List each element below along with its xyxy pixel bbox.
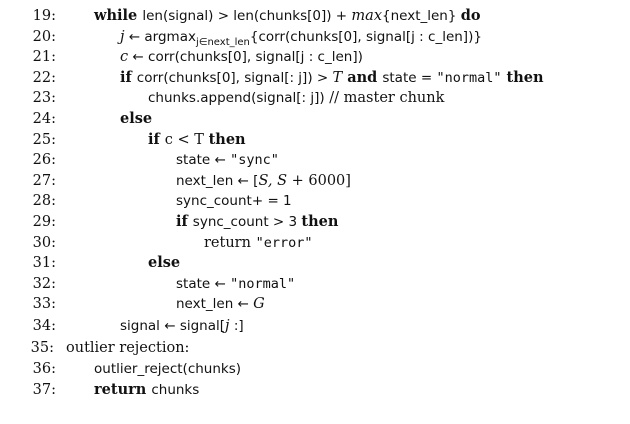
code-token: return <box>204 234 256 251</box>
line-number: 34: <box>32 318 56 335</box>
code-token: chunks.append(signal[: j]) <box>148 90 325 107</box>
code-token: if <box>176 213 193 230</box>
code-token: + 6000] <box>287 172 351 189</box>
code-token: do <box>460 7 481 24</box>
code-text: sync_count+ = 1 <box>176 191 292 211</box>
line-number: 30: <box>32 234 56 251</box>
code-token: ← corr(chunks[0], signal[j : c_len]) <box>128 49 363 66</box>
code-token: S, S <box>258 172 288 189</box>
line-number: 26: <box>32 152 56 169</box>
code-text: state ← "normal" <box>176 274 295 294</box>
code-token: c <box>120 49 129 66</box>
code-text: else <box>148 253 180 273</box>
code-text: chunks.append(signal[: j]) // master chu… <box>148 88 444 108</box>
code-token: "normal" <box>230 275 296 292</box>
code-text: else <box>120 109 152 129</box>
code-token: sync_count > 3 <box>192 214 302 230</box>
code-text: c ← corr(chunks[0], signal[j : c_len]) <box>120 47 363 67</box>
line-number: 32: <box>32 275 56 292</box>
code-text: if sync_count > 3 then <box>176 212 338 232</box>
code-token: else <box>120 110 153 127</box>
code-text: return chunks <box>94 380 199 400</box>
code-token: T <box>332 69 343 86</box>
line-number: 21: <box>32 49 56 66</box>
code-token: return <box>94 380 152 398</box>
line-number: 25: <box>32 131 56 148</box>
line-number: 24: <box>32 111 56 127</box>
code-token: if <box>120 68 137 86</box>
code-token: c < T <box>164 131 209 148</box>
line-number: 19: <box>32 8 56 24</box>
code-text: if c < T then <box>148 130 246 150</box>
code-text: state ← "sync" <box>176 150 279 170</box>
algorithm-listing: 19: while len(signal) > len(chunks[0]) + … <box>0 0 630 424</box>
code-token: "error" <box>255 234 313 251</box>
code-token: G <box>253 296 265 313</box>
line-number: 23: <box>32 90 56 107</box>
code-token: "sync" <box>230 152 279 169</box>
code-token: // master chunk <box>324 90 445 107</box>
line-number: 36: <box>32 361 56 377</box>
code-token: next_len ← [ <box>176 172 259 189</box>
code-token: len(signal) > len(chunks[0]) + <box>142 8 352 24</box>
code-token: state ← <box>176 275 231 292</box>
code-text: next_len ← G <box>176 294 265 314</box>
line-number: 20: <box>32 28 56 45</box>
line-number: 37: <box>32 381 56 398</box>
code-token: chunks <box>151 381 200 398</box>
line-number: 35: <box>30 340 54 357</box>
code-token: then <box>208 130 246 148</box>
code-text: if corr(chunks[0], signal[: j]) > T and … <box>120 68 544 88</box>
line-number: 33: <box>32 296 56 313</box>
code-token: else <box>148 254 181 272</box>
code-token: state ← <box>176 152 231 169</box>
line-number: 31: <box>32 255 56 272</box>
code-token: signal ← signal[ <box>120 318 226 335</box>
code-text: return "error" <box>204 233 312 253</box>
line-number: 28: <box>32 193 56 210</box>
code-token: {next_len} <box>382 8 461 24</box>
code-text: outlier_reject(chunks) <box>94 359 241 379</box>
code-token: ← argmax <box>124 28 196 45</box>
line-number: 29: <box>32 214 56 230</box>
code-token: outlier_reject(chunks) <box>94 361 242 377</box>
code-token: max <box>351 8 382 24</box>
code-token: "normal" <box>436 69 502 86</box>
code-token: :] <box>229 318 244 335</box>
code-token: then <box>501 68 544 86</box>
code-token: and <box>342 68 383 86</box>
code-token: then <box>301 213 339 230</box>
line-number: 22: <box>32 69 56 86</box>
code-token: next_len ← <box>176 296 254 313</box>
code-token: sync_count+ = 1 <box>176 193 292 210</box>
code-token: outlier rejection: <box>66 340 190 357</box>
code-token: {corr(chunks[0], signal[j : c_len])} <box>249 28 482 45</box>
code-text: while len(signal) > len(chunks[0]) + max… <box>94 6 481 26</box>
code-text: signal ← signal[j :] <box>120 316 244 336</box>
line-number: 27: <box>32 172 56 189</box>
code-text: outlier rejection: <box>66 338 189 358</box>
code-token: corr(chunks[0], signal[: j]) > <box>136 69 333 86</box>
code-token: if <box>148 130 165 148</box>
code-token: j∈next_len <box>195 36 250 48</box>
code-token: state = <box>382 69 437 86</box>
code-text: next_len ← [S, S + 6000] <box>176 171 351 191</box>
code-token: while <box>94 7 143 24</box>
